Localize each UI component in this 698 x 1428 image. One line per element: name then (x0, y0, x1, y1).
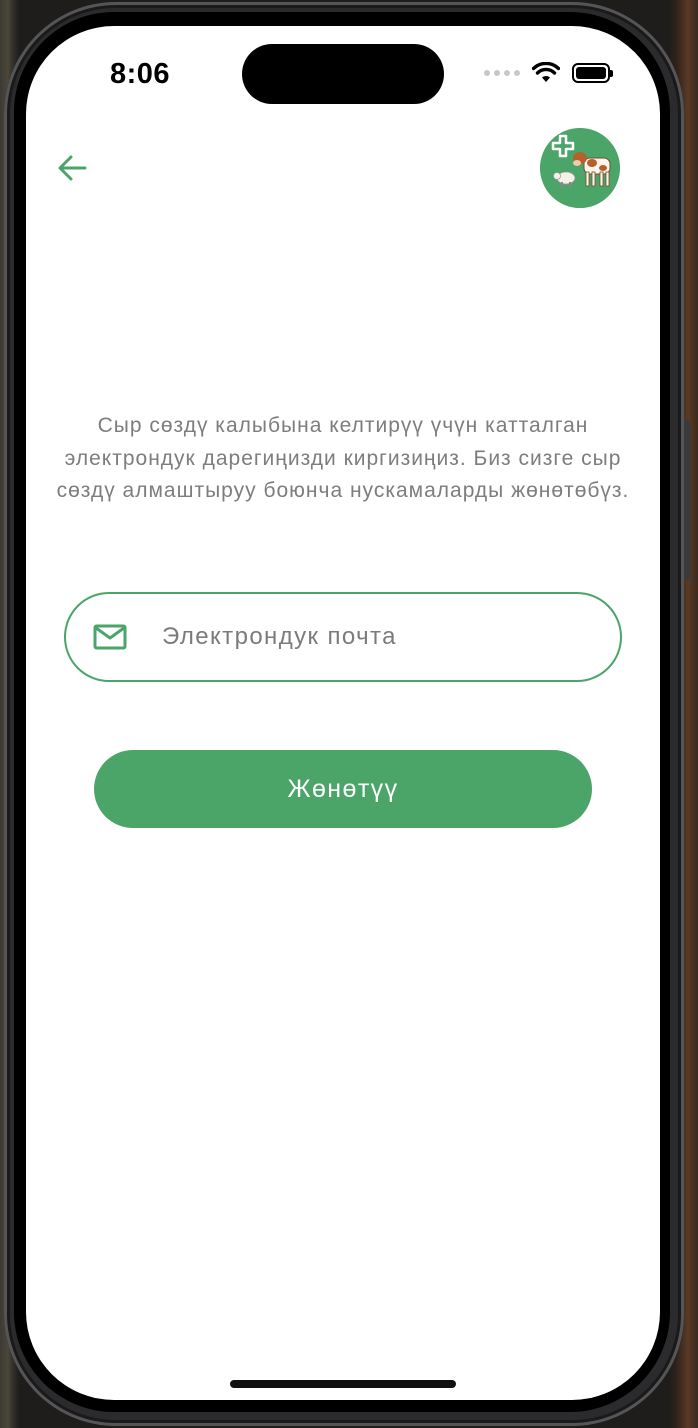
app-screen: 8:06 Сыр сөздү калыбына келтирүү үчүн ка… (26, 26, 660, 1400)
cellular-signal-icon (484, 70, 520, 76)
livestock-clinic-logo (540, 128, 620, 208)
app-logo (540, 128, 620, 208)
wifi-icon (532, 62, 560, 82)
dynamic-island (242, 44, 444, 104)
email-field[interactable] (64, 592, 622, 682)
status-time: 8:06 (110, 58, 171, 90)
reset-instructions-text: Сыр сөздү калыбына келтирүү үчүн катталг… (56, 414, 630, 502)
battery-icon (572, 63, 613, 83)
send-button[interactable]: Жөнөтүү (94, 750, 592, 828)
arrow-left-icon (58, 155, 87, 181)
status-icons (484, 62, 613, 84)
home-indicator (230, 1380, 456, 1388)
email-input[interactable] (160, 622, 584, 652)
back-button[interactable] (50, 146, 94, 190)
phone-side-button (684, 420, 690, 580)
mail-icon (92, 622, 128, 652)
